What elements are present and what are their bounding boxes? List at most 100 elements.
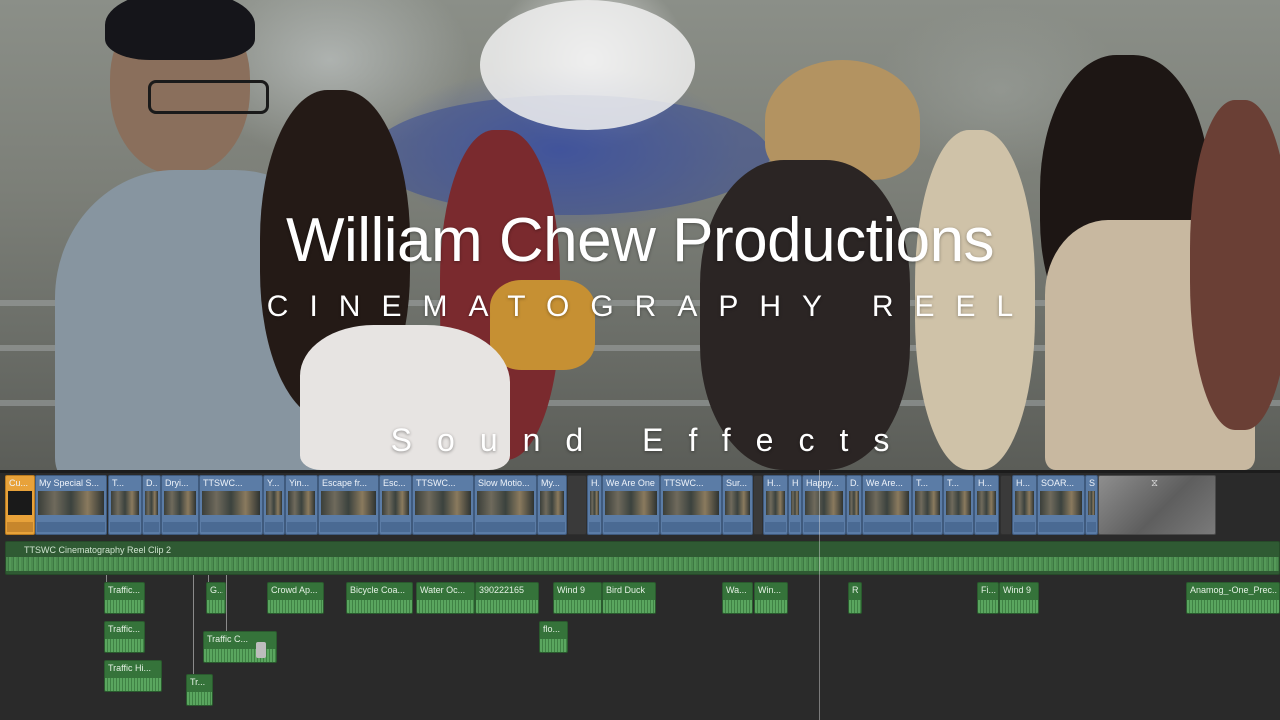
audio-waveform xyxy=(105,678,161,691)
clip-thumbnail xyxy=(38,491,104,515)
audio-waveform xyxy=(604,522,658,532)
primary-clip[interactable]: D... xyxy=(142,475,161,535)
primary-clip[interactable]: TTSWC... xyxy=(412,475,474,535)
audio-waveform xyxy=(163,522,197,532)
playhead[interactable] xyxy=(819,470,820,720)
sound-effect-clip[interactable]: Wind 9 xyxy=(553,582,602,614)
sound-effect-clip[interactable]: Tr... xyxy=(186,674,213,706)
audio-waveform xyxy=(848,522,860,532)
audio-waveform xyxy=(945,522,972,532)
sound-effect-clip[interactable]: R... xyxy=(848,582,862,614)
clip-label: SOAR... xyxy=(1041,478,1075,488)
sound-effect-clip[interactable]: Wind 9 xyxy=(999,582,1039,614)
audio-waveform xyxy=(381,522,410,532)
primary-clip[interactable]: We Are One xyxy=(602,475,660,535)
primary-clip[interactable]: TTSWC... xyxy=(660,475,722,535)
primary-clip[interactable]: Escape fr... xyxy=(318,475,379,535)
primary-clip[interactable]: Slow Motio... xyxy=(474,475,537,535)
audio-waveform xyxy=(201,522,261,532)
primary-clip[interactable]: Happy... xyxy=(802,475,846,535)
clip-label: D... xyxy=(146,478,158,488)
clip-label: TTSWC... xyxy=(203,478,243,488)
audio-waveform xyxy=(37,522,105,532)
sound-effect-clip[interactable]: Bird Duck xyxy=(602,582,656,614)
sound-effect-clip[interactable]: Traffic Hi... xyxy=(104,660,162,692)
audio-waveform xyxy=(1000,600,1038,613)
primary-clip[interactable]: SOAR... xyxy=(1037,475,1085,535)
primary-clip[interactable]: H... xyxy=(788,475,802,535)
primary-clip[interactable]: T... xyxy=(912,475,943,535)
audio-waveform xyxy=(347,600,412,613)
audio-waveform xyxy=(268,600,323,613)
primary-clip[interactable]: My Special S... xyxy=(35,475,107,535)
sound-effect-clip[interactable]: Traffic C... xyxy=(203,631,277,663)
audio-waveform xyxy=(110,522,140,532)
primary-clip[interactable]: My... xyxy=(537,475,567,535)
clip-thumbnail xyxy=(590,491,599,515)
sound-effect-clip[interactable]: G... xyxy=(206,582,226,614)
clip-thumbnail xyxy=(725,491,750,515)
primary-clip[interactable]: H... xyxy=(974,475,999,535)
caption-sound-effects: Sound Effects xyxy=(390,422,915,458)
gap-clip[interactable] xyxy=(1000,475,1012,535)
audio-waveform xyxy=(1014,522,1035,532)
primary-clip[interactable]: D... xyxy=(846,475,862,535)
primary-clip[interactable]: Dryi... xyxy=(161,475,199,535)
sound-effect-clip[interactable]: Traffic... xyxy=(104,582,145,614)
audio-waveform xyxy=(914,522,941,532)
audio-waveform xyxy=(864,522,910,532)
primary-clip[interactable]: Yin... xyxy=(285,475,318,535)
primary-clip[interactable]: T... xyxy=(108,475,142,535)
audio-waveform xyxy=(6,557,1279,571)
clip-label: G... xyxy=(210,585,223,595)
clip-trim-handle[interactable] xyxy=(256,642,266,658)
gap-clip[interactable] xyxy=(567,475,587,535)
clip-label: Yin... xyxy=(289,478,310,488)
sound-effect-clip[interactable]: Win... xyxy=(754,582,788,614)
primary-clip[interactable]: Esc... xyxy=(379,475,412,535)
timeline-ruler[interactable] xyxy=(0,470,1280,473)
sound-effect-clip[interactable]: 390222165 xyxy=(475,582,539,614)
sound-effect-clip[interactable]: Wa... xyxy=(722,582,753,614)
primary-clip[interactable]: T... xyxy=(943,475,974,535)
sound-effect-clip[interactable]: Anamog_-One_Prec... xyxy=(1186,582,1280,614)
clip-thumbnail xyxy=(540,491,564,515)
gap-clip[interactable] xyxy=(753,475,763,535)
primary-clip-selected[interactable]: Cu... xyxy=(5,475,35,535)
clip-thumbnail xyxy=(977,491,996,515)
audio-waveform xyxy=(105,639,144,652)
clip-thumbnail xyxy=(415,491,471,515)
clip-label: T... xyxy=(916,478,929,488)
sound-effect-clip[interactable]: flo... xyxy=(539,621,568,653)
clip-thumbnail xyxy=(111,491,139,515)
audio-waveform xyxy=(554,600,601,613)
person-man-hair xyxy=(105,0,255,60)
audio-waveform xyxy=(755,600,787,613)
primary-clip[interactable]: Sur... xyxy=(722,475,753,535)
clip-thumbnail xyxy=(477,491,534,515)
clip-label: Wind 9 xyxy=(557,585,586,595)
sound-effect-clip[interactable]: Bicycle Coa... xyxy=(346,582,413,614)
music-clip[interactable]: TTSWC Cinematography Reel Clip 2 xyxy=(5,541,1280,575)
clip-thumbnail xyxy=(164,491,196,515)
clip-thumbnail xyxy=(1040,491,1082,515)
clip-label: Win... xyxy=(758,585,782,595)
sound-effect-clip[interactable]: Fi... xyxy=(977,582,999,614)
audio-waveform xyxy=(976,522,997,532)
clip-label: Sur... xyxy=(726,478,748,488)
transition-clip[interactable]: ⧖ xyxy=(1098,475,1216,535)
primary-clip[interactable]: S... xyxy=(1085,475,1098,535)
clip-thumbnail xyxy=(202,491,260,515)
primary-clip[interactable]: H... xyxy=(763,475,788,535)
sound-effect-clip[interactable]: Traffic... xyxy=(104,621,145,653)
primary-clip[interactable]: We Are... xyxy=(862,475,912,535)
sound-effect-clip[interactable]: Water Oc... xyxy=(416,582,475,614)
primary-clip[interactable]: Y... xyxy=(263,475,285,535)
audio-waveform xyxy=(320,522,377,532)
sound-effect-clip[interactable]: Crowd Ap... xyxy=(267,582,324,614)
clip-thumbnail xyxy=(946,491,971,515)
primary-clip[interactable]: TTSWC... xyxy=(199,475,263,535)
primary-clip[interactable]: H... xyxy=(1012,475,1037,535)
primary-clip[interactable]: H... xyxy=(587,475,602,535)
clip-thumbnail xyxy=(605,491,657,515)
